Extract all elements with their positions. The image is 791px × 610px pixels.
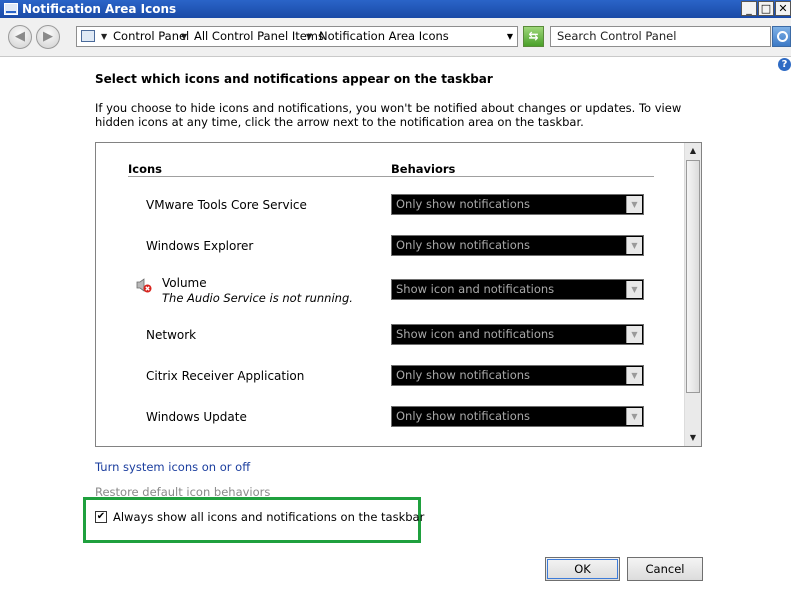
row-name-citrix: Citrix Receiver Application — [146, 369, 305, 383]
chevron-down-icon[interactable]: ▼ — [626, 281, 642, 298]
breadcrumb-control-panel[interactable]: Control Panel — [113, 29, 189, 44]
breadcrumb-all-items[interactable]: All Control Panel Items — [194, 29, 324, 44]
column-header-icons: Icons — [128, 162, 163, 176]
behavior-select-windows-update[interactable]: Only show notifications ▼ — [391, 406, 644, 427]
behavior-select-vmware[interactable]: Only show notifications ▼ — [391, 194, 644, 215]
forward-button[interactable]: ▶ — [36, 25, 60, 49]
page-description: If you choose to hide icons and notifica… — [95, 101, 682, 129]
cancel-button[interactable]: Cancel — [627, 557, 703, 581]
chevron-down-icon[interactable]: ▼ — [626, 326, 642, 343]
address-dropdown-icon[interactable]: ▼ — [507, 29, 513, 44]
row-name-windows-explorer: Windows Explorer — [146, 239, 254, 253]
header-divider — [128, 176, 654, 177]
title-bar: Notification Area Icons _ □ ✕ — [0, 0, 791, 18]
speaker-error-icon — [136, 278, 152, 293]
address-toolbar: ◀ ▶ ▼ Control Panel ▼ All Control Panel … — [0, 18, 791, 57]
row-name-volume: Volume — [162, 276, 207, 290]
behavior-value: Only show notifications — [396, 409, 531, 423]
ok-button[interactable]: OK — [545, 557, 620, 581]
search-icon[interactable] — [772, 26, 791, 47]
page-heading: Select which icons and notifications app… — [95, 72, 493, 86]
scroll-down-icon[interactable]: ▼ — [686, 431, 700, 445]
help-icon[interactable]: ? — [778, 58, 791, 71]
maximize-button[interactable]: □ — [758, 1, 774, 16]
chevron-down-icon[interactable]: ▼ — [626, 408, 642, 425]
icons-list: Icons Behaviors VMware Tools Core Servic… — [95, 142, 702, 447]
window-title: Notification Area Icons — [22, 2, 177, 16]
refresh-button[interactable]: ⇆ — [523, 26, 544, 47]
chevron-down-icon[interactable]: ▼ — [626, 367, 642, 384]
control-panel-icon — [81, 30, 95, 42]
row-subtitle-volume: The Audio Service is not running. — [162, 291, 353, 305]
behavior-value: Only show notifications — [396, 197, 531, 211]
always-show-checkbox[interactable]: ✔ — [95, 511, 107, 523]
behavior-select-network[interactable]: Show icon and notifications ▼ — [391, 324, 644, 345]
turn-system-icons-link[interactable]: Turn system icons on or off — [95, 460, 250, 474]
behavior-value: Show icon and notifications — [396, 282, 555, 296]
breadcrumb-arrow-icon[interactable]: ▼ — [101, 29, 107, 44]
behavior-select-citrix[interactable]: Only show notifications ▼ — [391, 365, 644, 386]
close-button[interactable]: ✕ — [775, 1, 791, 16]
breadcrumb-notification-icons[interactable]: Notification Area Icons — [319, 29, 449, 44]
behavior-value: Only show notifications — [396, 368, 531, 382]
behavior-value: Only show notifications — [396, 238, 531, 252]
row-name-windows-update: Windows Update — [146, 410, 247, 424]
behavior-select-windows-explorer[interactable]: Only show notifications ▼ — [391, 235, 644, 256]
behavior-select-volume[interactable]: Show icon and notifications ▼ — [391, 279, 644, 300]
chevron-down-icon[interactable]: ▼ — [626, 196, 642, 213]
behavior-value: Show icon and notifications — [396, 327, 555, 341]
always-show-label[interactable]: Always show all icons and notifications … — [113, 510, 424, 524]
address-field[interactable]: ▼ Control Panel ▼ All Control Panel Item… — [76, 26, 518, 47]
window-app-icon — [4, 3, 18, 15]
scroll-up-icon[interactable]: ▲ — [686, 144, 700, 158]
search-input[interactable]: Search Control Panel — [550, 26, 771, 47]
column-header-behaviors: Behaviors — [391, 162, 456, 176]
row-name-network: Network — [146, 328, 197, 342]
breadcrumb-arrow-icon[interactable]: ▼ — [306, 29, 312, 44]
scroll-thumb[interactable] — [686, 160, 700, 393]
row-name-vmware: VMware Tools Core Service — [146, 198, 307, 212]
list-scrollbar[interactable]: ▲ ▼ — [684, 143, 701, 446]
back-button[interactable]: ◀ — [8, 25, 32, 49]
chevron-down-icon[interactable]: ▼ — [626, 237, 642, 254]
minimize-button[interactable]: _ — [741, 1, 757, 16]
breadcrumb-arrow-icon[interactable]: ▼ — [181, 29, 187, 44]
